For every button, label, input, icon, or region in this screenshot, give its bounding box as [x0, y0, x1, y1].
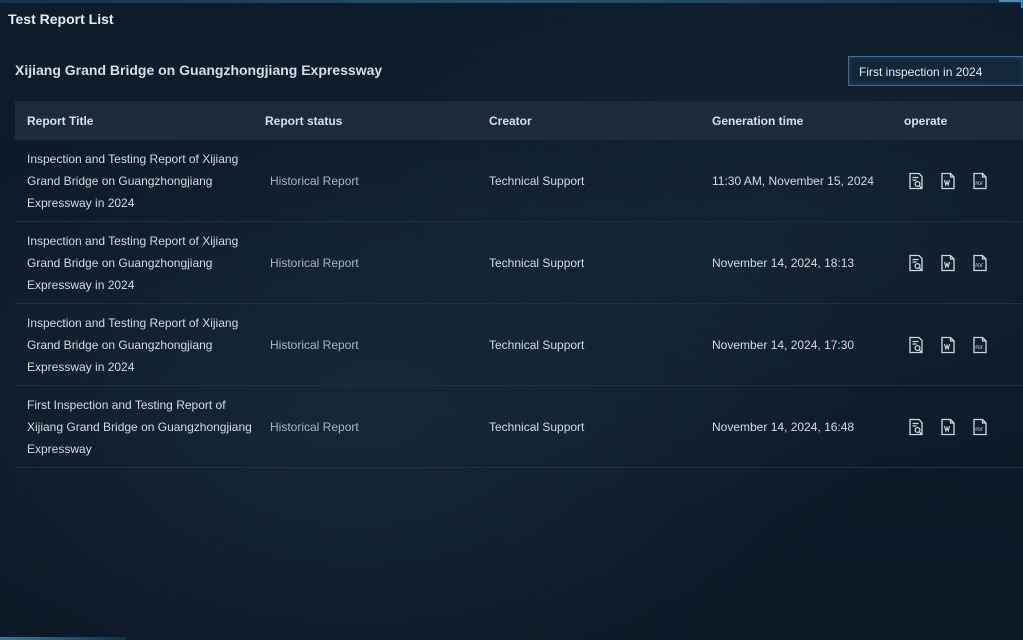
report-status-cell: Historical Report [254, 172, 478, 190]
column-header-creator: Creator [489, 113, 532, 128]
status-badge: Historical Report [270, 255, 359, 270]
creator-cell: Technical Support [489, 419, 585, 434]
column-header-generation-time: Generation time [712, 113, 804, 128]
report-title-cell: Inspection and Testing Report of Xijiang… [27, 233, 239, 292]
svg-text:PDF: PDF [975, 181, 984, 186]
operate-icons: PDF [904, 336, 1023, 354]
operate-icons: PDF [904, 418, 1023, 436]
word-document-icon[interactable] [940, 172, 956, 190]
word-document-icon[interactable] [940, 418, 956, 436]
preview-report-icon[interactable] [908, 418, 924, 436]
preview-report-icon[interactable] [908, 336, 924, 354]
svg-text:PDF: PDF [975, 345, 984, 350]
column-header-operate: operate [904, 113, 948, 128]
generation-time-cell: November 14, 2024, 17:30 [712, 337, 855, 352]
pdf-document-icon[interactable]: PDF [972, 254, 988, 272]
report-status-cell: Historical Report [254, 418, 478, 436]
generation-time-cell: November 14, 2024, 16:48 [712, 419, 855, 434]
svg-text:PDF: PDF [975, 263, 984, 268]
creator-cell: Technical Support [489, 337, 585, 352]
status-badge: Historical Report [270, 173, 359, 188]
svg-text:PDF: PDF [975, 427, 984, 432]
project-title: Xijiang Grand Bridge on Guangzhongjiang … [15, 62, 383, 78]
pdf-document-icon[interactable]: PDF [972, 336, 988, 354]
generation-time-cell: 11:30 AM, November 15, 2024 [712, 173, 874, 188]
creator-cell: Technical Support [489, 255, 585, 270]
operate-cell: PDF [892, 172, 1023, 190]
operate-cell: PDF [892, 418, 1023, 436]
corner-decoration [999, 0, 1023, 8]
table-row: Inspection and Testing Report of Xijiang… [15, 222, 1023, 304]
page-title: Test Report List [8, 11, 114, 27]
pdf-document-icon[interactable]: PDF [972, 418, 988, 436]
operate-icons: PDF [904, 172, 1023, 190]
report-title-cell: Inspection and Testing Report of Xijiang… [27, 315, 239, 374]
word-document-icon[interactable] [940, 336, 956, 354]
report-table: Report Title Report status Creator Gener… [15, 101, 1023, 468]
report-status-cell: Historical Report [254, 336, 478, 354]
column-header-report-status: Report status [265, 113, 343, 128]
inspection-select[interactable]: First inspection in 2024 [848, 56, 1023, 86]
status-badge: Historical Report [270, 419, 359, 434]
inspection-select-value: First inspection in 2024 [859, 65, 983, 79]
table-row: Inspection and Testing Report of Xijiang… [15, 304, 1023, 386]
creator-cell: Technical Support [489, 173, 585, 188]
report-title-cell: Inspection and Testing Report of Xijiang… [27, 151, 239, 210]
report-status-cell: Historical Report [254, 254, 478, 272]
report-title-cell: First Inspection and Testing Report of X… [27, 397, 252, 456]
operate-cell: PDF [892, 336, 1023, 354]
preview-report-icon[interactable] [908, 254, 924, 272]
table-header: Report Title Report status Creator Gener… [15, 101, 1023, 140]
operate-cell: PDF [892, 254, 1023, 272]
generation-time-cell: November 14, 2024, 18:13 [712, 255, 855, 270]
pdf-document-icon[interactable]: PDF [972, 172, 988, 190]
preview-report-icon[interactable] [908, 172, 924, 190]
table-row: First Inspection and Testing Report of X… [15, 386, 1023, 468]
top-glow-border [0, 0, 1023, 3]
table-body: Inspection and Testing Report of Xijiang… [15, 140, 1023, 468]
word-document-icon[interactable] [940, 254, 956, 272]
column-header-report-title: Report Title [27, 113, 94, 128]
status-badge: Historical Report [270, 337, 359, 352]
table-row: Inspection and Testing Report of Xijiang… [15, 140, 1023, 222]
operate-icons: PDF [904, 254, 1023, 272]
